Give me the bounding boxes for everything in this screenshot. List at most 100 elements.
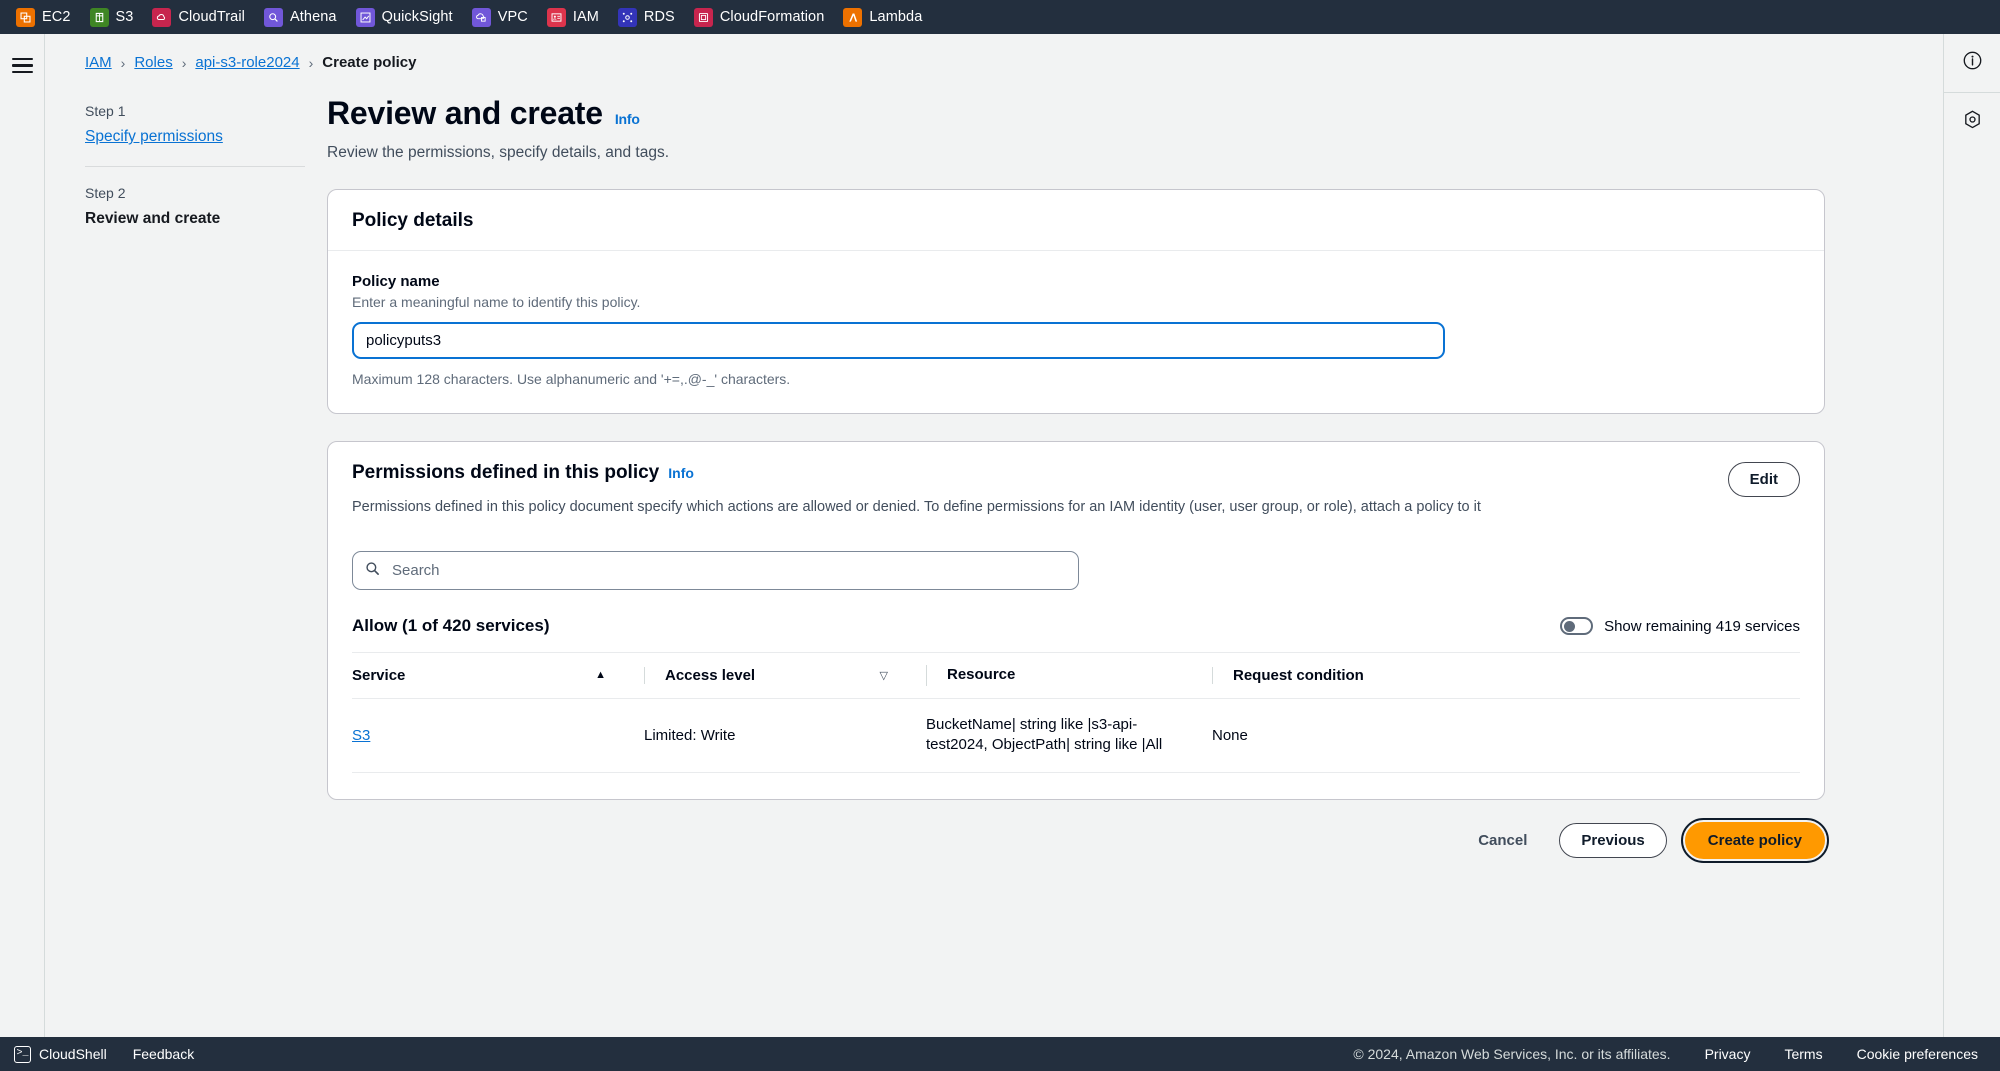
service-shortcut-label: CloudTrail <box>178 9 245 25</box>
copyright-text: © 2024, Amazon Web Services, Inc. or its… <box>1353 1046 1671 1062</box>
breadcrumb-item-current: Create policy <box>322 54 417 71</box>
permissions-title: Permissions defined in this policy Info <box>352 462 1728 484</box>
allow-summary-label: Allow (1 of 420 services) <box>352 616 550 635</box>
service-shortcut-quicksight[interactable]: QuickSight <box>350 5 462 30</box>
page-subtitle: Review the permissions, specify details,… <box>327 144 670 161</box>
permissions-table-head: Service ▲ Access level ▽ Resource Reques… <box>352 652 1800 699</box>
cell-access-level: Limited: Write <box>624 698 906 774</box>
service-shortcut-label: CloudFormation <box>719 9 825 25</box>
service-shortcut-s3[interactable]: S3 <box>84 5 143 30</box>
policy-name-input[interactable] <box>352 322 1445 359</box>
permissions-info-link[interactable]: Info <box>668 465 694 481</box>
wizard-step-2-label: Review and create <box>85 210 221 227</box>
menu-toggle-icon[interactable] <box>6 48 39 83</box>
permissions-search <box>352 551 1079 590</box>
wizard-step-1-label[interactable]: Specify permissions <box>85 128 305 146</box>
service-shortcut-label: Lambda <box>869 9 923 25</box>
sort-descending-icon: ▽ <box>879 669 888 682</box>
service-shortcut-label: QuickSight <box>381 9 453 25</box>
breadcrumb-item-iam[interactable]: IAM <box>85 54 112 71</box>
wizard-main-column: Review and create Info Review the permis… <box>327 95 1887 899</box>
left-navigation-rail <box>0 34 45 1037</box>
info-panel-button[interactable] <box>1944 34 2000 92</box>
wizard-step-2: Step 2 Review and create <box>45 167 305 248</box>
service-shortcut-label: Athena <box>290 9 337 25</box>
wizard-step-2-number: Step 2 <box>85 185 126 201</box>
page-title-text: Review and create <box>327 95 603 131</box>
cloudtrail-icon <box>152 7 172 27</box>
info-circle-icon <box>1962 50 1983 76</box>
cloudshell-icon: >_ <box>14 1045 31 1063</box>
permissions-table: Service ▲ Access level ▽ Resource Reques… <box>352 652 1800 774</box>
wizard-step-1-number: Step 1 <box>85 103 126 119</box>
service-shortcut-iam[interactable]: IAM <box>541 5 608 30</box>
column-header-request-condition-label: Request condition <box>1233 666 1364 684</box>
permissions-table-body: S3 Limited: Write BucketName| string lik… <box>352 698 1800 774</box>
permissions-header: Permissions defined in this policy Info … <box>328 442 1824 523</box>
quicksight-icon <box>355 7 375 27</box>
service-shortcut-vpc[interactable]: VPC <box>466 5 537 30</box>
wizard-step-1: Step 1 Specify permissions <box>45 95 305 166</box>
service-shortcut-label: IAM <box>572 9 599 25</box>
breadcrumb-separator-icon: › <box>308 54 314 71</box>
service-shortcut-cloudformation[interactable]: CloudFormation <box>688 5 834 30</box>
column-header-resource[interactable]: Resource <box>906 652 1192 699</box>
service-shortcut-cloudtrail[interactable]: CloudTrail <box>146 5 254 30</box>
athena-icon <box>264 7 283 27</box>
terms-link[interactable]: Terms <box>1784 1046 1822 1062</box>
bottom-status-bar: >_ CloudShell Feedback © 2024, Amazon We… <box>0 1037 2000 1071</box>
cloudshell-button[interactable]: >_ CloudShell <box>14 1045 107 1063</box>
breadcrumb: IAM › Roles › api-s3-role2024 › Create p… <box>45 34 1943 71</box>
column-header-access-level-label: Access level <box>665 666 756 684</box>
policy-details-header: Policy details <box>328 190 1824 251</box>
cancel-button[interactable]: Cancel <box>1464 824 1541 857</box>
sort-ascending-icon: ▲ <box>595 669 606 682</box>
feedback-button[interactable]: Feedback <box>133 1046 194 1062</box>
service-shortcut-label: S3 <box>115 9 134 25</box>
breadcrumb-separator-icon: › <box>181 54 187 71</box>
vpc-icon <box>471 7 491 27</box>
service-shortcut-lambda[interactable]: Lambda <box>837 5 931 30</box>
breadcrumb-item-role[interactable]: api-s3-role2024 <box>195 54 299 71</box>
toggle-switch-icon[interactable] <box>1560 617 1594 635</box>
service-shortcut-label: EC2 <box>42 9 71 25</box>
rds-icon <box>617 7 637 27</box>
cloudformation-icon <box>693 7 713 27</box>
breadcrumb-item-roles[interactable]: Roles <box>134 54 172 71</box>
service-shortcut-athena[interactable]: Athena <box>258 5 346 30</box>
create-policy-button[interactable]: Create policy <box>1680 818 1830 864</box>
policy-name-label: Policy name <box>352 273 440 290</box>
service-shortcut-ec2[interactable]: EC2 <box>10 5 80 30</box>
service-bookmark-bar: EC2 S3 CloudTrail Athena QuickSight VPC <box>0 0 2000 34</box>
permissions-card: Permissions defined in this policy Info … <box>327 441 1825 801</box>
toggle-label: Show remaining 419 services <box>1604 617 1800 635</box>
policy-details-body: Policy name Enter a meaningful name to i… <box>328 251 1824 413</box>
service-shortcut-rds[interactable]: RDS <box>612 5 684 30</box>
wizard-steps: Step 1 Specify permissions Step 2 Review… <box>45 95 327 899</box>
cell-request-condition: None <box>1192 698 1800 774</box>
edit-permissions-button[interactable]: Edit <box>1727 462 1800 497</box>
privacy-link[interactable]: Privacy <box>1705 1046 1751 1062</box>
page-title-info-link[interactable]: Info <box>615 111 640 127</box>
settings-panel-button[interactable] <box>1944 93 2000 151</box>
table-header-row: Service ▲ Access level ▽ Resource Reques… <box>352 652 1800 699</box>
column-header-request-condition[interactable]: Request condition <box>1192 652 1800 699</box>
cookie-preferences-link[interactable]: Cookie preferences <box>1857 1046 1978 1062</box>
wizard-layout: Step 1 Specify permissions Step 2 Review… <box>45 71 1943 899</box>
right-utility-rail <box>1943 34 2000 1037</box>
search-input[interactable] <box>352 551 1079 590</box>
app-shell: IAM › Roles › api-s3-role2024 › Create p… <box>0 34 2000 1037</box>
column-header-service[interactable]: Service ▲ <box>352 652 624 699</box>
bottom-bar-left: >_ CloudShell Feedback <box>14 1045 194 1063</box>
wizard-actions: Cancel Previous Create policy <box>327 818 1830 899</box>
column-header-service-label: Service <box>352 666 406 684</box>
breadcrumb-separator-icon: › <box>120 54 126 71</box>
service-link-s3[interactable]: S3 <box>352 727 370 744</box>
allow-summary-row: Allow (1 of 420 services) Show remaining… <box>352 616 1800 636</box>
permissions-description: Permissions defined in this policy docum… <box>352 499 1481 515</box>
s3-icon <box>89 7 109 27</box>
previous-button[interactable]: Previous <box>1559 823 1667 859</box>
show-remaining-services-toggle[interactable]: Show remaining 419 services <box>1560 617 1800 635</box>
column-header-access-level[interactable]: Access level ▽ <box>624 652 906 699</box>
page-title: Review and create Info <box>327 95 1825 132</box>
